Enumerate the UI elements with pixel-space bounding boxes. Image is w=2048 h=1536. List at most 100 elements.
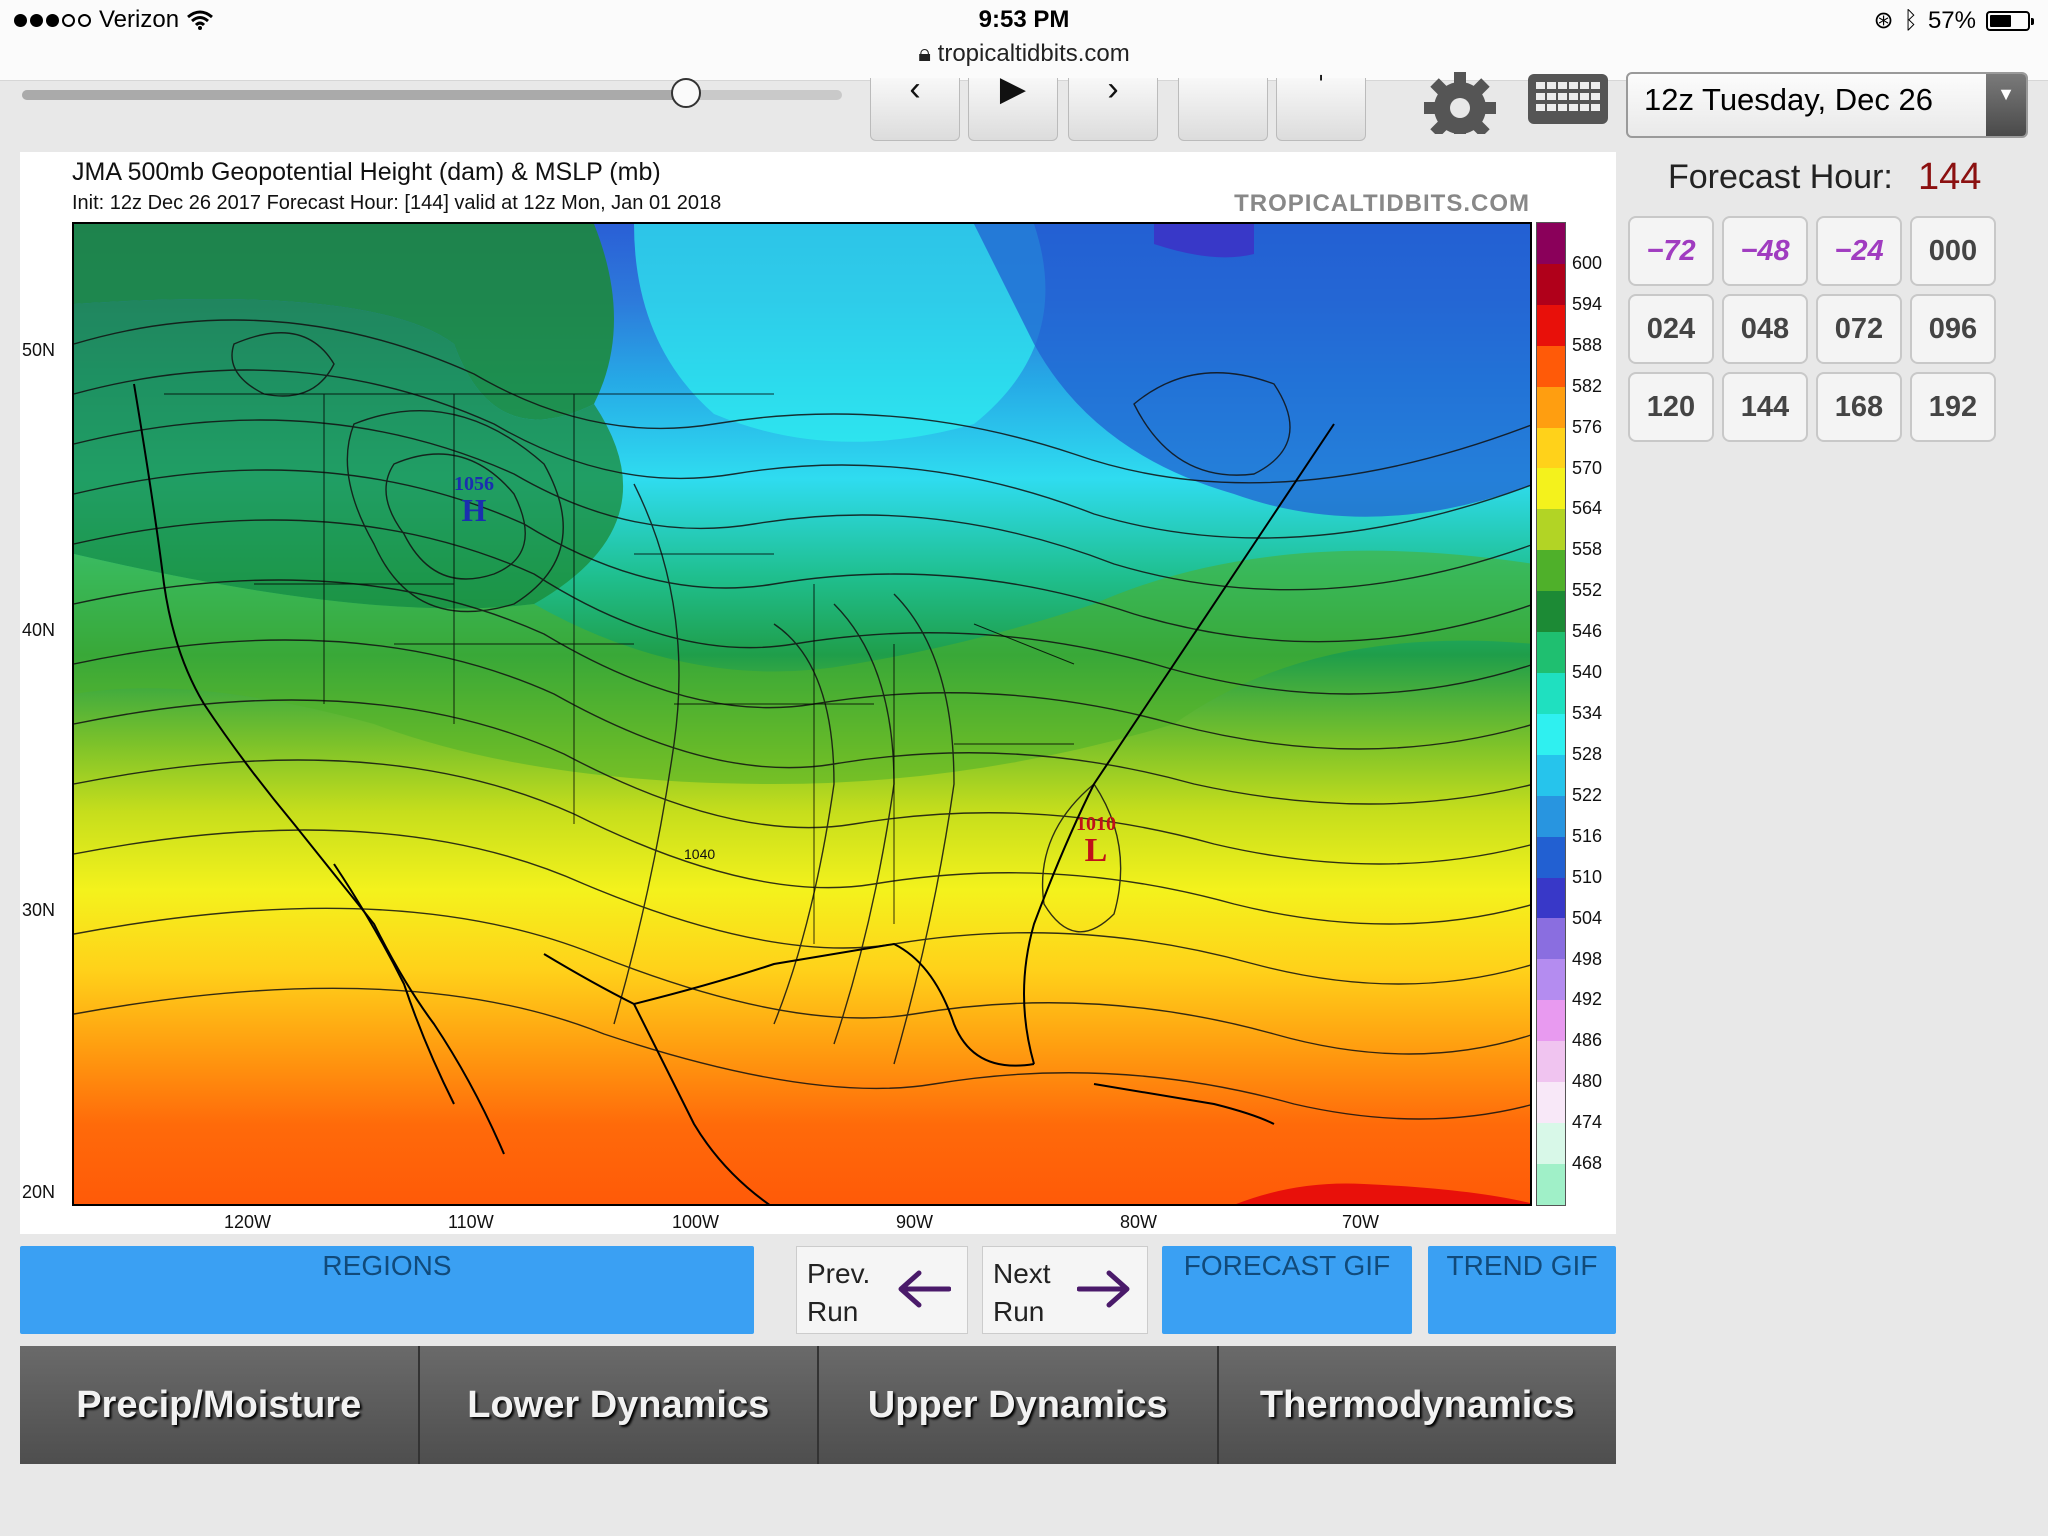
colorbar-label: 588: [1572, 334, 1603, 355]
colorbar-segment: [1537, 1041, 1565, 1083]
longitude-label: 80W: [1120, 1212, 1158, 1232]
latitude-label: 30N: [22, 900, 56, 920]
step-back-button[interactable]: ‹: [870, 70, 960, 141]
forecast-gif-button[interactable]: FORECAST GIF: [1162, 1246, 1412, 1334]
colorbar-segment: [1537, 713, 1565, 755]
category-tab[interactable]: Precip/Moisture: [20, 1346, 420, 1464]
first-frame-button[interactable]: [1178, 78, 1268, 141]
dropdown-arrow-icon: ▼: [1986, 74, 2026, 136]
last-frame-button[interactable]: ˈ: [1276, 70, 1366, 141]
forecast-slider-track[interactable]: [22, 90, 842, 100]
colorbar-label: 582: [1572, 375, 1603, 396]
colorbar-segment: [1537, 550, 1565, 592]
colorbar-label: 540: [1572, 662, 1603, 683]
keyboard-key: [1580, 93, 1589, 100]
longitude-label: 90W: [896, 1212, 934, 1232]
address-bar[interactable]: 🔒︎ tropicaltidbits.com: [0, 40, 2048, 68]
colorbar-segment: [1537, 345, 1565, 387]
rotation-lock-icon: ⊛: [1873, 7, 1894, 34]
latitude-label: 50N: [22, 340, 56, 360]
map-title: JMA 500mb Geopotential Height (dam) & MS…: [72, 158, 661, 186]
forecast-hour-button[interactable]: −72: [1628, 216, 1714, 286]
forecast-hour-button[interactable]: −48: [1722, 216, 1808, 286]
forecast-gif-label: FORECAST GIF: [1183, 1250, 1391, 1281]
trend-gif-label: TREND GIF: [1446, 1250, 1598, 1281]
colorbar-label: 498: [1572, 948, 1603, 969]
forecast-hour-button[interactable]: 144: [1722, 372, 1808, 442]
next-run-line1: Next: [993, 1258, 1051, 1289]
step-forward-button[interactable]: ›: [1068, 70, 1158, 141]
colorbar-label: 522: [1572, 784, 1603, 805]
keyboard-key: [1536, 82, 1545, 89]
map-subtitle: Init: 12z Dec 26 2017 Forecast Hour: [14…: [72, 192, 722, 214]
battery-percent: 57%: [1927, 6, 1976, 34]
chevron-right-icon: ›: [1107, 70, 1119, 108]
colorbar-label: 528: [1572, 743, 1603, 764]
colorbar-label: 504: [1572, 907, 1603, 928]
colorbar-label: 600: [1572, 252, 1603, 273]
colorbar-segment: [1537, 223, 1565, 264]
low-pressure-value: 1010: [1076, 813, 1116, 835]
keyboard-icon[interactable]: [1528, 74, 1608, 124]
colorbar-segment: [1537, 386, 1565, 428]
gear-icon[interactable]: [1420, 68, 1500, 134]
colorbar-segment: [1537, 1122, 1565, 1164]
keyboard-key: [1580, 82, 1589, 89]
forecast-hour-button[interactable]: 192: [1910, 372, 1996, 442]
colorbar-segment: [1537, 591, 1565, 633]
colorbar-segment: [1537, 1000, 1565, 1042]
keyboard-key: [1558, 82, 1567, 89]
low-pressure-label: 1010 L: [1066, 814, 1126, 868]
high-pressure-label: 1056 H: [444, 474, 504, 526]
category-tab[interactable]: Lower Dynamics: [419, 1346, 819, 1464]
forecast-hour-button[interactable]: 096: [1910, 294, 1996, 364]
colorbar-segment: [1537, 1163, 1565, 1205]
colorbar-label: 564: [1572, 498, 1603, 519]
keyboard-key: [1536, 104, 1545, 111]
model-run-value: 12z Tuesday, Dec 26: [1644, 82, 1933, 117]
next-run-button[interactable]: Next Run: [982, 1246, 1148, 1334]
chevron-left-icon: ‹: [909, 70, 921, 108]
category-tab[interactable]: Thermodynamics: [1218, 1346, 1616, 1464]
colorbar-label: 576: [1572, 416, 1603, 437]
regions-button[interactable]: REGIONS: [20, 1246, 754, 1334]
play-icon: ▶: [999, 70, 1027, 108]
latitude-label: 40N: [22, 620, 56, 640]
forecast-hour-grid: −72 −48 −24 000 024 048 072 096 120 144 168 192: [1628, 216, 1996, 442]
forecast-hour-button[interactable]: 048: [1722, 294, 1808, 364]
trend-gif-button[interactable]: TREND GIF: [1428, 1246, 1616, 1334]
keyboard-key: [1569, 104, 1578, 111]
colorbar-segment: [1537, 304, 1565, 346]
play-button[interactable]: ▶: [968, 70, 1058, 141]
colorbar-segment: [1537, 509, 1565, 551]
forecast-hour-button[interactable]: 000: [1910, 216, 1996, 286]
colorbar-segment: [1537, 427, 1565, 469]
colorbar-label: 534: [1572, 703, 1603, 723]
model-run-select[interactable]: 12z Tuesday, Dec 26 ▼: [1626, 72, 2028, 138]
prev-run-button[interactable]: Prev. Run: [796, 1246, 968, 1334]
colorbar-segment: [1537, 754, 1565, 796]
prev-run-label: Prev. Run: [807, 1255, 870, 1331]
colorbar-label: 546: [1572, 621, 1603, 642]
forecast-slider-thumb[interactable]: [671, 78, 702, 108]
colorbar-label: 516: [1572, 825, 1603, 846]
tick-icon: ˈ: [1315, 70, 1327, 108]
forecast-hour-button[interactable]: 168: [1816, 372, 1902, 442]
forecast-hour-button[interactable]: −24: [1816, 216, 1902, 286]
prev-run-line2: Run: [807, 1296, 859, 1327]
category-tab[interactable]: Upper Dynamics: [819, 1346, 1219, 1464]
forecast-hour-value: 144: [1918, 156, 1982, 198]
forecast-hour-button[interactable]: 072: [1816, 294, 1902, 364]
keyboard-key: [1547, 82, 1556, 89]
forecast-hour-button[interactable]: 120: [1628, 372, 1714, 442]
latitude-label: 20N: [22, 1182, 56, 1202]
arrow-right-icon: [1077, 1270, 1130, 1308]
colorbar: [1536, 222, 1566, 1206]
forecast-hour-button[interactable]: 024: [1628, 294, 1714, 364]
colorbar-segment: [1537, 672, 1565, 714]
colorbar-label: 474: [1572, 1112, 1603, 1133]
forecast-hour-label: Forecast Hour:: [1668, 158, 1893, 196]
colorbar-segment: [1537, 877, 1565, 919]
map-image[interactable]: 1056 H 1010 L 1040: [72, 222, 1532, 1206]
keyboard-key: [1558, 104, 1567, 111]
